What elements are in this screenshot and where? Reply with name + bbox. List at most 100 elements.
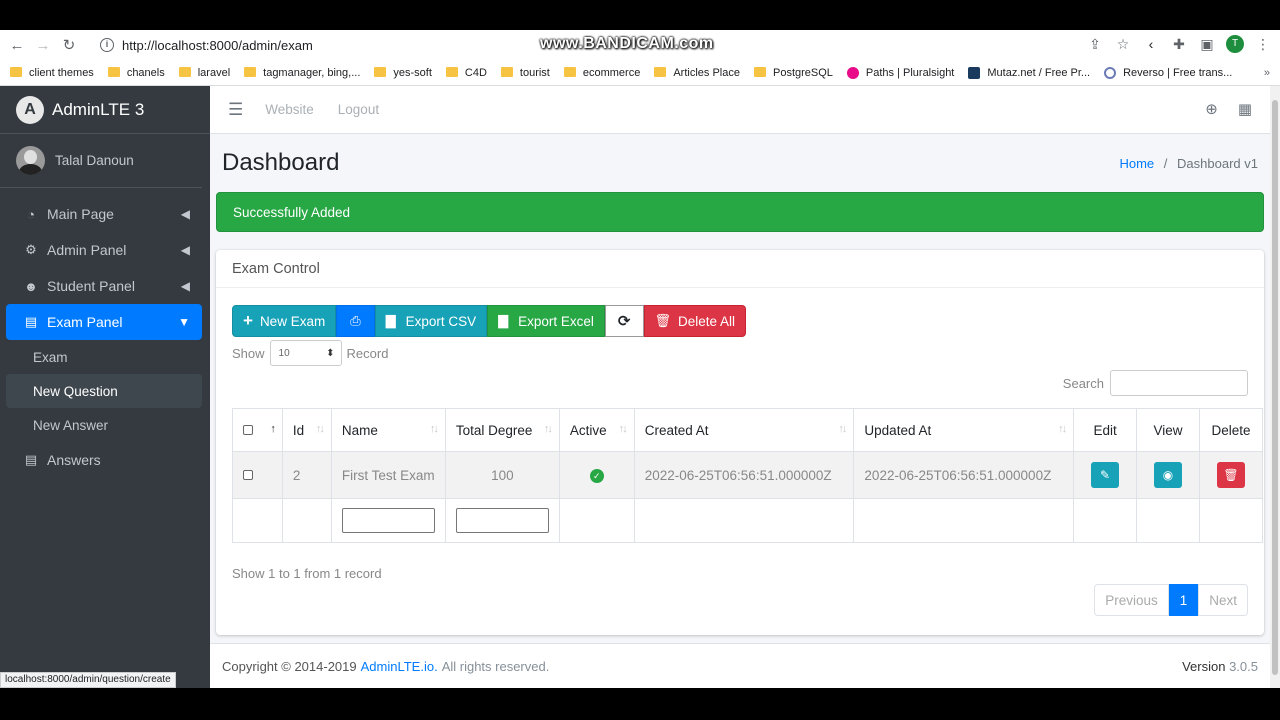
- row-checkbox[interactable]: [243, 469, 253, 480]
- sync-icon: ⟳: [617, 313, 631, 330]
- column-header-edit: Edit: [1073, 408, 1138, 452]
- folder-icon: [500, 66, 513, 77]
- scrollbar-thumb[interactable]: [1272, 100, 1278, 675]
- cell-id: 2: [281, 451, 332, 499]
- bookmark-item[interactable]: Articles Place: [654, 66, 740, 79]
- sidebar: A AdminLTE 3 Talal Danoun ◔ Main Page ◀ …: [0, 86, 210, 688]
- info-icon[interactable]: i: [100, 38, 114, 52]
- pagination-previous[interactable]: Previous: [1094, 584, 1169, 616]
- sidebar-item-student-panel[interactable]: ☻ Student Panel ◀: [6, 268, 202, 304]
- sidebar-subitem-new-answer[interactable]: New Answer: [6, 408, 202, 442]
- pagination: Previous 1 Next: [1094, 584, 1248, 616]
- bookmarks-bar: client themes chanels laravel tagmanager…: [0, 60, 1280, 86]
- filter-cell: [281, 498, 332, 543]
- select-all-checkbox[interactable]: [243, 424, 253, 435]
- bookmark-item[interactable]: PostgreSQL: [753, 66, 833, 79]
- sidebar-item-answers[interactable]: ▤ Answers: [6, 442, 202, 478]
- plus-icon: +: [243, 311, 253, 330]
- filter-cell: [853, 498, 1075, 543]
- brand-logo: A: [16, 95, 44, 124]
- sort-icon: ↑↓: [543, 423, 553, 435]
- column-header-id[interactable]: Id ↑↓: [281, 408, 332, 452]
- filter-cell: [330, 498, 446, 543]
- bookmark-item[interactable]: tourist: [500, 66, 550, 79]
- bookmark-item[interactable]: yes-soft: [374, 66, 432, 79]
- cell-edit: ✎: [1073, 451, 1138, 499]
- browser-toolbar: ← → ↻ i http://localhost:8000/admin/exam…: [0, 30, 1280, 60]
- cell-name: First Test Exam: [330, 451, 446, 499]
- breadcrumb-home[interactable]: Home: [1119, 156, 1154, 171]
- nav-link-logout[interactable]: Logout: [338, 102, 379, 117]
- search-input[interactable]: [1110, 370, 1248, 396]
- column-header-name[interactable]: Name ↑↓: [330, 408, 446, 452]
- bookmark-item[interactable]: Reverso | Free trans...: [1104, 66, 1232, 79]
- sort-icon[interactable]: ↑: [270, 423, 275, 435]
- bookmark-item[interactable]: C4D: [445, 66, 487, 79]
- export-csv-button[interactable]: ▇ Export CSV: [374, 305, 488, 337]
- bookmarks-more-icon[interactable]: »: [1264, 67, 1270, 79]
- browser-actions: ⇪ ☆ ‹ ✚ ▣ T ⋮: [1086, 35, 1272, 53]
- sidebar-item-exam-panel[interactable]: ▤ Exam Panel ▼: [6, 304, 202, 340]
- brand[interactable]: A AdminLTE 3: [0, 86, 210, 134]
- view-button[interactable]: ◉: [1154, 462, 1182, 488]
- delete-button[interactable]: 🗑: [1216, 462, 1245, 488]
- profile-avatar[interactable]: T: [1226, 35, 1244, 53]
- bookmark-item[interactable]: laravel: [178, 66, 230, 79]
- forward-icon[interactable]: →: [30, 37, 56, 54]
- column-header-total-degree[interactable]: Total Degree ↑↓: [444, 408, 560, 452]
- bookmark-item[interactable]: chanels: [107, 66, 165, 79]
- sidebar-menu: ◔ Main Page ◀ ⚙ Admin Panel ◀ ☻ Student …: [0, 188, 210, 478]
- kebab-menu-icon[interactable]: ⋮: [1254, 36, 1272, 53]
- page-title: Dashboard: [222, 149, 340, 176]
- footer-link[interactable]: AdminLTE.io.: [361, 659, 438, 674]
- column-header-created-at[interactable]: Created At ↑↓: [633, 408, 855, 452]
- refresh-button[interactable]: ⟳: [604, 305, 644, 337]
- sidebar-item-main-page[interactable]: ◔ Main Page ◀: [6, 196, 202, 232]
- pagination-page-1[interactable]: 1: [1168, 584, 1199, 616]
- bookmark-item[interactable]: Mutaz.net / Free Pr...: [968, 66, 1090, 79]
- sort-icon: ↑↓: [429, 423, 439, 435]
- delete-all-button[interactable]: 🗑 Delete All: [643, 305, 747, 337]
- name-filter-input[interactable]: [341, 508, 435, 533]
- total-degree-filter-input[interactable]: [455, 508, 549, 533]
- column-header-active[interactable]: Active ↑↓: [558, 408, 635, 452]
- users-icon: ☻: [24, 278, 38, 294]
- trash-icon: 🗑: [654, 313, 672, 328]
- grid-icon[interactable]: ▦: [1238, 100, 1252, 118]
- bookmark-item[interactable]: client themes: [10, 66, 94, 79]
- card-title: Exam Control: [216, 250, 1264, 288]
- nav-link-website[interactable]: Website: [265, 102, 314, 117]
- sidebar-item-admin-panel[interactable]: ⚙ Admin Panel ◀: [6, 232, 202, 268]
- globe-icon[interactable]: ⊕: [1205, 100, 1218, 118]
- sidebar-subitem-exam[interactable]: Exam: [6, 340, 202, 374]
- exam-table: ↑ Id ↑↓ Name ↑↓ Total Degree ↑↓ Active ↑↓ Cr…: [232, 408, 1264, 543]
- page-length-select[interactable]: 10: [269, 340, 342, 366]
- back-icon[interactable]: ←: [4, 37, 30, 54]
- bookmark-item[interactable]: Paths | Pluralsight: [846, 66, 954, 79]
- user-panel[interactable]: Talal Danoun: [0, 134, 202, 188]
- success-alert: Successfully Added: [216, 192, 1264, 232]
- bookmark-item[interactable]: ecommerce: [563, 66, 640, 79]
- filter-cell: [1073, 498, 1138, 543]
- share-icon[interactable]: ⇪: [1086, 36, 1104, 53]
- export-excel-button[interactable]: ▇ Export Excel: [487, 305, 605, 337]
- filter-cell: [444, 498, 560, 543]
- cell-active: ✓: [558, 451, 635, 499]
- select-all-header: ↑: [232, 408, 283, 452]
- tachometer-icon: ◔: [27, 206, 35, 222]
- edit-button[interactable]: ✎: [1091, 462, 1120, 488]
- print-button[interactable]: ⎙: [336, 305, 375, 337]
- column-header-updated-at[interactable]: Updated At ↑↓: [853, 408, 1075, 452]
- chevron-left-icon[interactable]: ‹: [1142, 36, 1160, 52]
- check-circle-icon: ✓: [589, 469, 604, 483]
- sidepanel-icon[interactable]: ▣: [1198, 36, 1216, 53]
- new-exam-button[interactable]: + New Exam: [232, 305, 337, 337]
- pagination-next[interactable]: Next: [1198, 584, 1248, 616]
- bookmark-item[interactable]: tagmanager, bing,...: [244, 66, 360, 79]
- sidebar-subitem-new-question[interactable]: New Question: [6, 374, 202, 408]
- extensions-icon[interactable]: ✚: [1170, 36, 1188, 53]
- reload-icon[interactable]: ↻: [56, 36, 82, 54]
- folder-icon: [753, 66, 766, 77]
- hamburger-icon[interactable]: ☰: [228, 100, 243, 120]
- star-icon[interactable]: ☆: [1114, 36, 1132, 53]
